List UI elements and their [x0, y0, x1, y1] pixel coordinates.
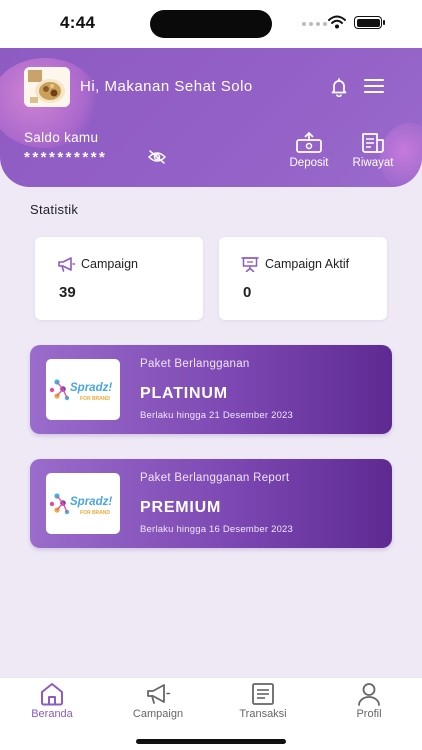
balance-value: **********: [24, 149, 108, 166]
home-indicator: [136, 739, 286, 744]
dynamic-island: [150, 10, 272, 38]
nav-item-transaksi[interactable]: Transaksi: [228, 682, 298, 720]
deposit-icon: [296, 132, 322, 153]
presentation-icon: [241, 257, 259, 272]
stat-card-campaign-aktif[interactable]: Campaign Aktif 0: [219, 237, 387, 320]
header-banner: Hi, Makanan Sehat Solo Saldo kamu ******…: [0, 48, 422, 187]
stat-card-campaign[interactable]: Campaign 39: [35, 237, 203, 320]
avatar[interactable]: [24, 67, 70, 107]
subscription-validity: Berlaku hingga 16 Desember 2023: [140, 524, 294, 535]
logo-tagline: FOR BRAND: [80, 396, 110, 402]
subscription-plan: PREMIUM: [140, 499, 222, 516]
subscription-plan: PLATINUM: [140, 385, 228, 402]
greeting-text: Hi, Makanan Sehat Solo: [80, 78, 253, 95]
receipt-icon: [252, 683, 274, 705]
wifi-icon: [328, 15, 346, 29]
subscription-card[interactable]: Spradz! FOR BRAND Paket Berlangganan Rep…: [30, 459, 392, 548]
subscription-kind: Paket Berlangganan Report: [140, 472, 290, 484]
nav-label: Beranda: [31, 708, 73, 720]
logo-wordmark: Spradz!: [70, 382, 112, 394]
stat-label: Campaign Aktif: [265, 257, 350, 271]
logo-tagline: FOR BRAND: [80, 510, 110, 516]
status-bar: 4:44: [0, 0, 422, 48]
section-title-statistik: Statistik: [30, 202, 79, 217]
cellular-signal-icon: [302, 22, 327, 26]
eye-slash-icon[interactable]: [148, 150, 166, 164]
nav-item-beranda[interactable]: Beranda: [17, 682, 87, 720]
logo-wordmark: Spradz!: [70, 496, 112, 508]
nav-label: Profil: [356, 708, 382, 720]
megaphone-icon: [58, 257, 75, 272]
nav-item-campaign[interactable]: Campaign: [123, 682, 193, 720]
stat-value: 0: [243, 284, 252, 301]
balance-label: Saldo kamu: [24, 130, 99, 145]
nav-label: Campaign: [132, 708, 184, 720]
stat-label: Campaign: [81, 257, 138, 271]
deposit-label: Deposit: [289, 157, 329, 169]
subscription-kind: Paket Berlangganan: [140, 358, 250, 370]
stat-value: 39: [59, 284, 76, 301]
subscription-validity: Berlaku hingga 21 Desember 2023: [140, 410, 294, 421]
spradz-logo: Spradz! FOR BRAND: [46, 473, 120, 534]
subscription-card[interactable]: Spradz! FOR BRAND Paket Berlangganan PLA…: [30, 345, 392, 434]
nav-label: Transaksi: [239, 708, 287, 720]
megaphone-icon: [147, 684, 171, 704]
user-icon: [358, 683, 380, 706]
status-time: 4:44: [60, 13, 96, 32]
history-icon: [362, 133, 384, 153]
menu-icon[interactable]: [364, 78, 384, 94]
history-label: Riwayat: [352, 157, 394, 169]
spradz-logo: Spradz! FOR BRAND: [46, 359, 120, 420]
battery-icon: [354, 16, 385, 29]
home-icon: [41, 683, 63, 706]
bell-icon[interactable]: [329, 77, 349, 97]
nav-item-profil[interactable]: Profil: [334, 682, 404, 720]
history-button[interactable]: Riwayat: [346, 132, 400, 169]
deposit-button[interactable]: Deposit: [284, 132, 334, 169]
